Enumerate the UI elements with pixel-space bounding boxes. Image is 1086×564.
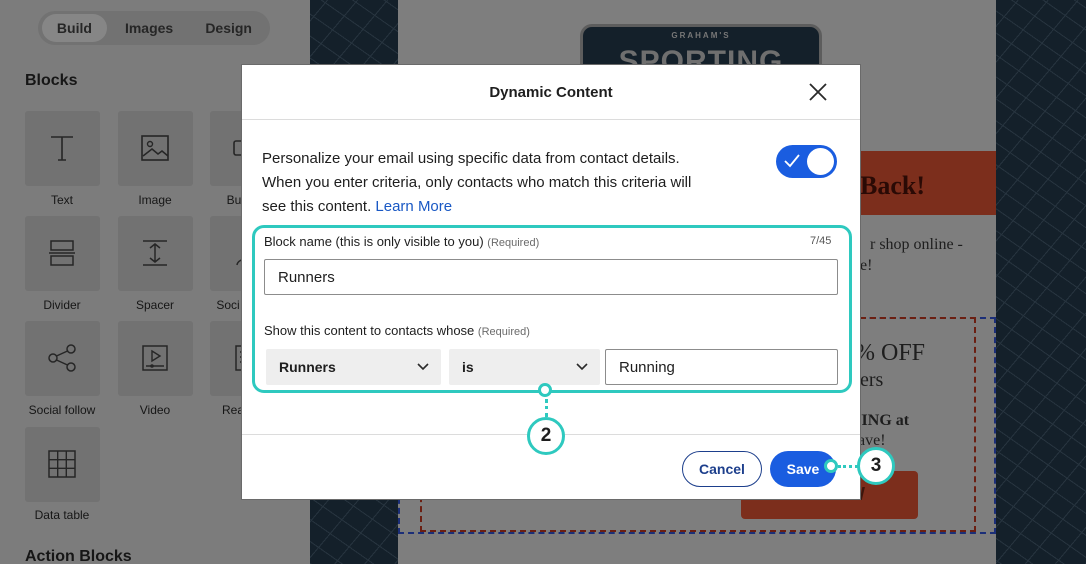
callout-badge: 2 — [527, 417, 565, 455]
video-icon — [142, 345, 168, 371]
block-data-table[interactable] — [25, 427, 100, 502]
dialog-title: Dynamic Content — [489, 84, 613, 101]
block-text-label: Text — [50, 193, 73, 207]
block-divider[interactable] — [25, 216, 100, 291]
sidebar-tabs: Build Images Design — [38, 11, 270, 45]
callout-connector — [545, 399, 548, 417]
table-icon — [48, 450, 76, 478]
callout-anchor — [538, 383, 552, 397]
toggle-knob — [807, 148, 834, 175]
block-text[interactable] — [25, 111, 100, 186]
operator-select[interactable]: is — [449, 349, 600, 385]
field-select[interactable]: Runners — [266, 349, 441, 385]
learn-more-link[interactable]: Learn More — [375, 198, 452, 215]
dynamic-content-toggle[interactable] — [776, 145, 837, 178]
close-icon[interactable] — [808, 82, 828, 102]
callout-badge: 3 — [857, 447, 895, 485]
cancel-button[interactable]: Cancel — [682, 451, 762, 487]
callout-connector — [838, 465, 858, 468]
tab-images[interactable]: Images — [107, 14, 191, 42]
block-divider-label: Divider — [43, 298, 81, 312]
email-text-3: % OFF — [855, 340, 926, 366]
char-counter: 7/45 — [810, 235, 832, 247]
block-video[interactable] — [118, 321, 193, 396]
dialog-description: Personalize your email using specific da… — [262, 150, 692, 215]
block-name-label: Block name (this is only visible to you)… — [264, 234, 540, 249]
email-text-2: e! — [860, 257, 873, 274]
tab-build[interactable]: Build — [42, 14, 107, 42]
block-spacer[interactable] — [118, 216, 193, 291]
blocks-heading: Blocks — [25, 72, 78, 89]
tab-design[interactable]: Design — [191, 14, 266, 42]
block-social-follow-label: Social follow — [28, 403, 96, 417]
callout-anchor — [824, 459, 838, 473]
criteria-value-input[interactable]: Running — [605, 349, 838, 385]
check-icon — [784, 154, 800, 168]
criteria-label: Show this content to contacts whose (Req… — [264, 323, 530, 338]
chevron-down-icon — [417, 363, 429, 371]
action-blocks-heading: Action Blocks — [25, 548, 132, 564]
email-text-4: ers — [860, 369, 884, 391]
divider-icon — [49, 240, 75, 266]
text-icon — [51, 136, 73, 161]
dialog-header: Dynamic Content — [242, 65, 860, 120]
block-name-input[interactable]: Runners — [264, 259, 838, 295]
email-text-1: r shop online - — [870, 236, 963, 253]
chevron-down-icon — [576, 363, 588, 371]
spacer-icon — [143, 240, 167, 266]
block-social-follow[interactable] — [25, 321, 100, 396]
banner-text: Back! — [860, 171, 925, 200]
block-image[interactable] — [118, 111, 193, 186]
share-icon — [48, 344, 76, 372]
block-data-table-label: Data table — [34, 508, 90, 522]
image-icon — [141, 135, 169, 161]
